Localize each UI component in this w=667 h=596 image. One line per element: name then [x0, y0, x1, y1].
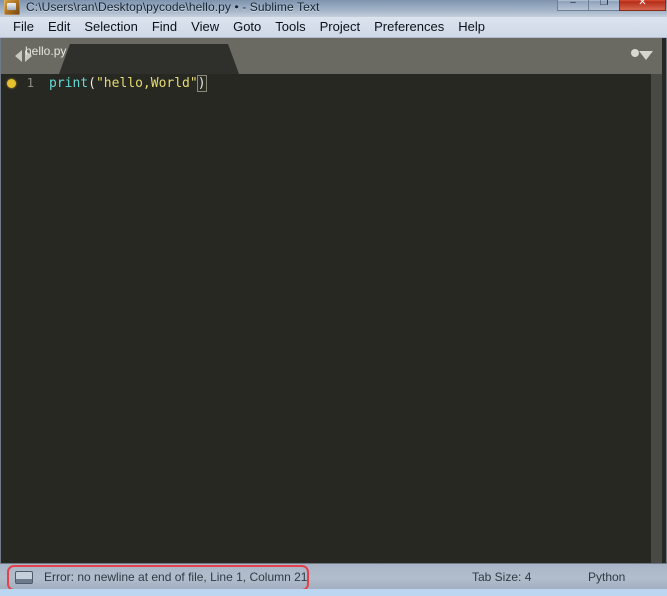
title-bar: C:\Users\ran\Desktop\pycode\hello.py • -… — [0, 0, 667, 17]
code-token-string: "hello,World" — [95, 76, 198, 91]
menu-item-project[interactable]: Project — [313, 18, 367, 36]
editor-gutter: 1 — [1, 74, 41, 563]
minimize-button[interactable]: – — [557, 0, 589, 11]
status-tab-size[interactable]: Tab Size: 4 — [472, 570, 531, 584]
menu-item-goto[interactable]: Goto — [226, 18, 268, 36]
close-icon: ✕ — [638, 0, 647, 8]
editor-area[interactable]: 1 print("hello,World") — [1, 74, 667, 563]
code-line-1: print("hello,World") — [49, 75, 207, 92]
sublime-text-icon — [4, 0, 20, 15]
menu-item-file[interactable]: File — [6, 18, 41, 36]
tab-hello-py[interactable] — [59, 44, 239, 74]
chevron-down-icon[interactable] — [639, 51, 653, 60]
status-syntax[interactable]: Python — [588, 570, 625, 584]
status-message: Error: no newline at end of file, Line 1… — [44, 570, 308, 584]
window-controls: – ❐ ✕ — [557, 0, 666, 11]
tab-dirty-indicator[interactable] — [631, 49, 639, 57]
menu-item-preferences[interactable]: Preferences — [367, 18, 451, 36]
menu-item-tools[interactable]: Tools — [268, 18, 312, 36]
line-number: 1 — [26, 76, 34, 90]
sidebar-toggle-icon[interactable] — [15, 571, 33, 584]
maximize-button[interactable]: ❐ — [588, 0, 620, 11]
tab-label: hello.py — [25, 44, 67, 58]
menu-item-find[interactable]: Find — [145, 18, 184, 36]
close-button[interactable]: ✕ — [619, 0, 666, 11]
triangle-left-icon[interactable] — [15, 50, 22, 62]
status-bar: Error: no newline at end of file, Line 1… — [0, 563, 667, 589]
menu-item-view[interactable]: View — [184, 18, 226, 36]
sublime-window: hello.py 1 print("hello,World") — [0, 38, 667, 563]
code-token-function: print — [49, 76, 89, 91]
tab-bar: hello.py — [1, 38, 667, 74]
vertical-scrollbar[interactable] — [651, 74, 662, 563]
menu-item-help[interactable]: Help — [451, 18, 492, 36]
maximize-icon: ❐ — [599, 0, 609, 8]
code-token-open-paren: ( — [88, 76, 96, 91]
menu-bar: File Edit Selection Find View Goto Tools… — [0, 17, 667, 38]
code-token-close-paren: ) — [196, 75, 207, 92]
application-window: C:\Users\ran\Desktop\pycode\hello.py • -… — [0, 0, 667, 596]
menu-item-selection[interactable]: Selection — [77, 18, 144, 36]
window-right-edge — [662, 38, 667, 563]
minimize-icon: – — [570, 0, 576, 8]
window-title: C:\Users\ran\Desktop\pycode\hello.py • -… — [26, 0, 320, 14]
menu-item-edit[interactable]: Edit — [41, 18, 77, 36]
desktop-bottom-strip — [0, 589, 667, 596]
